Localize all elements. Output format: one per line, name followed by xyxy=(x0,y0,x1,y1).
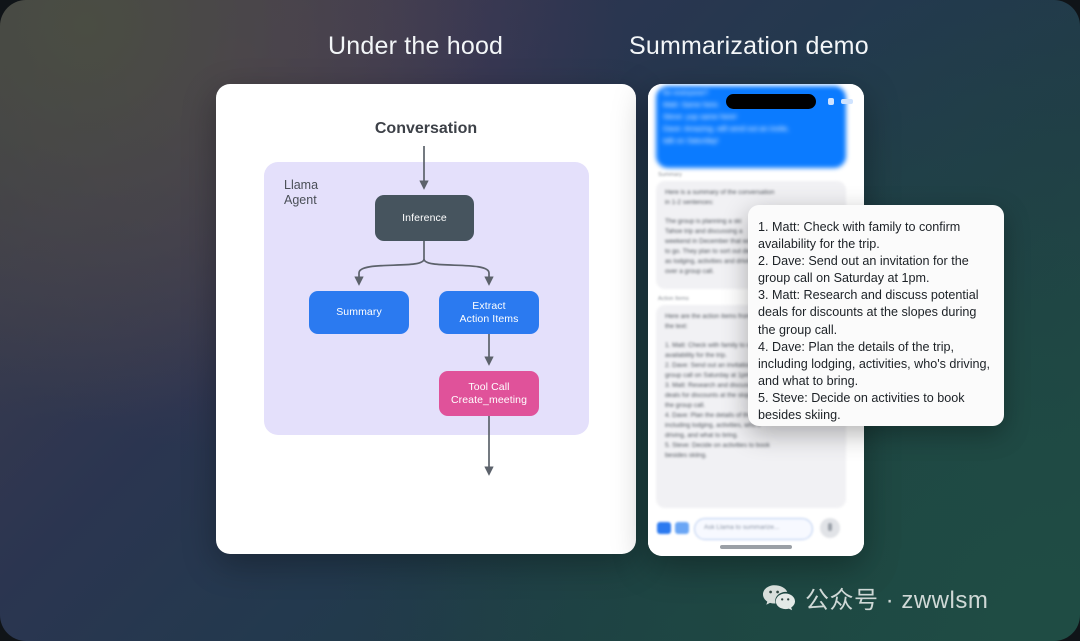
chat-line: Steve: yup same here! xyxy=(663,112,737,121)
diagram-node-tool-call-create-meeting: Tool Call Create_meeting xyxy=(439,371,539,416)
summary-card-line: Tahoe trip and discussing a xyxy=(665,228,743,235)
action-items-section-label: Action Items xyxy=(658,296,689,302)
summary-section-label: Summary xyxy=(658,172,682,178)
action-card-line: the group call. xyxy=(665,402,706,409)
message-input-placeholder: Ask Llama to summarize... xyxy=(704,524,780,531)
architecture-diagram-card: Conversation Llama Agent Inference Summa… xyxy=(216,84,636,554)
camera-icon[interactable] xyxy=(657,522,671,534)
chat-line: talk on Saturday! xyxy=(663,136,719,145)
action-card-line: availability for the trip. xyxy=(665,352,727,359)
watermark-text: 公众号 · zwwlsm xyxy=(805,587,989,614)
action-card-line: group call on Saturday at 1pm. xyxy=(665,372,753,379)
action-card-line: driving, and what to bring. xyxy=(665,432,739,439)
summary-card-line: Here is a summary of the conversation xyxy=(665,189,775,196)
chat-line: for everyone? xyxy=(663,88,709,97)
wifi-icon xyxy=(828,98,834,105)
redaction-bar xyxy=(726,94,816,109)
action-items-popup-text: 1. Matt: Check with family to confirm av… xyxy=(758,220,991,423)
section-title-under-the-hood: Under the hood xyxy=(328,32,504,60)
action-card-line: the text: xyxy=(665,323,688,330)
action-card-line: Here are the action items from xyxy=(665,313,751,320)
summary-card-line: to go. They plan to sort out details xyxy=(665,248,762,255)
diagram-node-inference: Inference xyxy=(375,195,474,241)
gallery-icon[interactable] xyxy=(675,522,689,534)
message-input[interactable]: Ask Llama to summarize... xyxy=(694,518,813,540)
summary-card-line: over a group call. xyxy=(665,268,715,275)
llama-agent-label: Llama Agent xyxy=(284,178,319,207)
home-indicator xyxy=(720,545,792,549)
diagram-node-summary: Summary xyxy=(309,291,409,334)
watermark: 公众号 · zwwlsm xyxy=(762,580,988,615)
summary-card-line: The group is planning a ski xyxy=(665,218,742,225)
action-card-line: 5. Steve: Decide on activities to book xyxy=(665,442,770,449)
action-card-line: including lodging, activities, who's xyxy=(665,422,761,429)
message-input-bar: Ask Llama to summarize... xyxy=(648,512,864,544)
chat-line: Dave: Amazing, will send out an invite, xyxy=(663,124,790,133)
wechat-icon xyxy=(763,584,795,610)
summary-card-line: in 1-2 sentences: xyxy=(665,199,714,206)
chat-line: Matt: Same here. xyxy=(663,100,720,109)
action-card-line: besides skiing. xyxy=(665,452,707,459)
battery-icon xyxy=(841,99,853,104)
diagram-input-label: Conversation xyxy=(374,120,478,137)
microphone-button[interactable] xyxy=(820,518,840,538)
section-title-summarization-demo: Summarization demo xyxy=(629,32,869,60)
presentation-slide: Under the hood Summarization demo Conver… xyxy=(0,0,1080,641)
summary-card-line: as lodging, activities and driving xyxy=(665,258,756,265)
action-items-popup: 1. Matt: Check with family to confirm av… xyxy=(748,205,1004,426)
summary-card-line: weekend in December that works xyxy=(665,238,760,245)
diagram-node-extract-action-items: Extract Action Items xyxy=(439,291,539,334)
